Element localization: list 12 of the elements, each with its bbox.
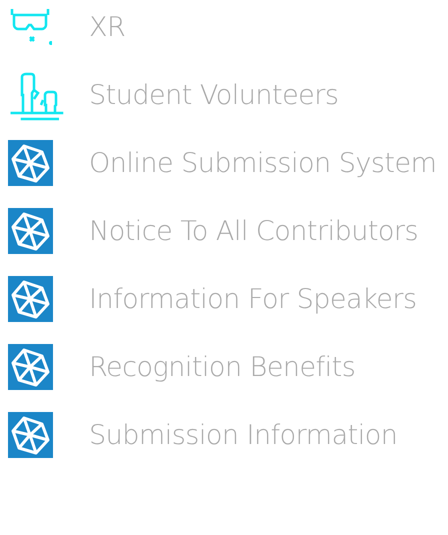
cube-logo-icon bbox=[8, 412, 53, 458]
nav-link[interactable]: Student Volunteers bbox=[89, 80, 338, 110]
nav-link[interactable]: Recognition Benefits bbox=[89, 352, 356, 382]
cube-logo-icon bbox=[8, 276, 53, 322]
cube-logo-icon bbox=[8, 344, 53, 390]
nav-link[interactable]: Information For Speakers bbox=[89, 284, 417, 314]
cube-logo-icon bbox=[8, 140, 53, 186]
nav-link[interactable]: XR bbox=[89, 12, 126, 42]
nav-link[interactable]: Online Submission System bbox=[89, 148, 436, 178]
nav-link[interactable]: Submission Information bbox=[89, 420, 398, 450]
cube-logo-icon bbox=[8, 208, 53, 254]
nav-link[interactable]: Notice To All Contributors bbox=[89, 216, 418, 246]
